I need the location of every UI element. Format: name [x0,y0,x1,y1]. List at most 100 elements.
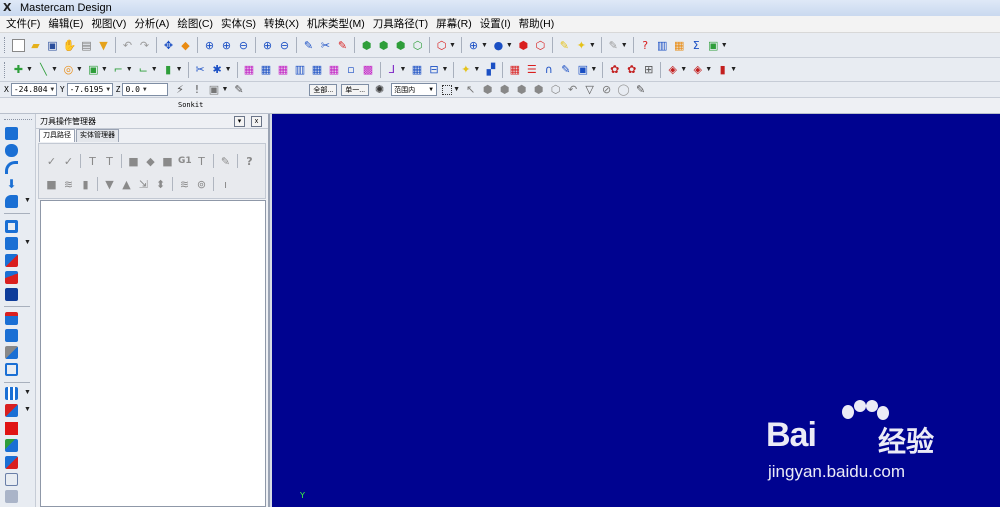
post-g1-icon[interactable]: G1 [178,155,192,168]
extrude-icon[interactable] [5,127,18,140]
xform-scale-icon[interactable]: ▥ [294,63,307,76]
chevron-down-icon[interactable]: ▼ [151,66,158,73]
pin-icon[interactable]: ! [190,83,203,96]
chevron-down-icon[interactable]: ▼ [481,42,488,49]
undo-icon[interactable]: ↶ [121,39,134,52]
insert-arrow-icon[interactable]: ⇲ [137,178,150,191]
chevron-down-icon[interactable]: ▼ [106,86,110,93]
chevron-down-icon[interactable]: ▼ [24,389,31,396]
regenerate-dirty-icon[interactable]: T [103,155,116,168]
select-all-button[interactable]: 全部... [309,83,338,96]
toolbar-grip[interactable] [4,119,32,121]
surface-tools-icon[interactable]: ✿ [608,63,621,76]
expand-icon[interactable]: ⬍ [154,178,167,191]
wireframe-icon[interactable]: ⬢ [360,39,373,52]
chevron-down-icon[interactable]: ▼ [721,42,728,49]
menu-analyze[interactable]: 分析(A) [130,16,173,33]
cube-gray-icon[interactable] [5,490,18,503]
drafting-icon[interactable]: ∩ [542,63,555,76]
fit-icon[interactable]: ◆ [179,39,192,52]
eraser-icon[interactable]: ✎ [559,63,572,76]
chevron-down-icon[interactable]: ▼ [473,66,480,73]
menu-file[interactable]: 文件(F) [2,16,44,33]
zoom-in-icon[interactable]: ⊕ [220,39,233,52]
pan-icon[interactable]: ✥ [162,39,175,52]
autocursor-icon[interactable]: ▣ [207,83,220,96]
chevron-down-icon[interactable]: ▼ [621,42,628,49]
table-lines-icon[interactable]: ☰ [525,63,538,76]
split-select-icon[interactable]: ⊟ [427,63,440,76]
toolbox-icon[interactable]: ▣ [576,63,589,76]
fast-point-icon[interactable]: ⚡ [173,83,186,96]
z-coordinate-field[interactable]: 0.0 ▼ [122,83,169,96]
xform-offset-icon[interactable]: ▦ [311,63,324,76]
pencil-icon[interactable]: ✎ [558,39,571,52]
light-bulb-icon[interactable]: ✦ [459,63,472,76]
select-single-button[interactable]: 单一... [341,83,370,96]
wand-icon[interactable]: ✦ [575,39,588,52]
draft-face-icon[interactable] [5,254,18,267]
blank-icon[interactable]: ✎ [336,39,349,52]
surface-grid-icon[interactable]: ⊞ [642,63,655,76]
menu-help[interactable]: 帮助(H) [515,16,559,33]
chevron-down-icon[interactable]: ▼ [589,42,596,49]
break-icon[interactable]: ✱ [211,63,224,76]
tool-bit-icon[interactable]: ▮ [716,63,729,76]
xform-rotate-icon[interactable]: ▦ [277,63,290,76]
sphere-select-icon[interactable]: ◯ [617,83,630,96]
face-select-icon[interactable]: ⬢ [498,83,511,96]
chevron-down-icon[interactable]: ▼ [24,197,31,204]
repaint-icon[interactable]: ✎ [302,39,315,52]
solid-outline-icon[interactable]: ⬡ [534,39,547,52]
save-icon[interactable]: ▣ [46,39,59,52]
body-select-icon[interactable]: ⬢ [532,83,545,96]
lock-icon[interactable]: ■ [45,178,58,191]
table-grid-icon[interactable]: ▦ [508,63,521,76]
shaded-icon[interactable]: ⬢ [394,39,407,52]
hidden-line-icon[interactable]: ⬢ [377,39,390,52]
operations-list[interactable] [40,200,266,507]
chevron-down-icon[interactable]: ▼ [400,66,407,73]
menu-view[interactable]: 视图(V) [87,16,130,33]
view-cube-icon[interactable]: ⬡ [435,39,448,52]
tab-toolpaths[interactable]: 刀具路径 [39,129,75,142]
verify-ops-icon[interactable]: ◆ [144,155,157,168]
surface-fillet-icon[interactable]: ✿ [625,63,638,76]
sigma-icon[interactable]: Σ [690,39,703,52]
fillet-icon[interactable]: ⌐ [112,63,125,76]
config-icon[interactable]: ✎ [232,83,245,96]
selection-mode-select[interactable]: 范围内 ▼ [391,83,438,96]
help-pointer-icon[interactable]: ? [639,39,652,52]
solid-red-icon[interactable]: ⬢ [517,39,530,52]
trim-icon[interactable]: ✂ [194,63,207,76]
grid-panel-icon[interactable] [5,387,18,400]
cylinder-icon[interactable]: ▮ [162,63,175,76]
machine-green-icon[interactable]: ▣ [707,39,720,52]
help-icon[interactable]: ? [243,155,256,168]
solid-box-icon[interactable] [5,288,18,301]
verify-select-icon[interactable]: ✺ [373,83,386,96]
y-coordinate-field[interactable]: -7.6195 ▼ [66,83,113,96]
loop-select-icon[interactable]: ↶ [566,83,579,96]
link-icon[interactable]: ⊚ [195,178,208,191]
panel-close-button[interactable]: x [251,116,262,127]
menu-create[interactable]: 绘图(C) [173,16,217,33]
chevron-down-icon[interactable]: ▼ [26,66,33,73]
chevron-down-icon[interactable]: ▼ [221,86,228,93]
menu-machine-type[interactable]: 机床类型(M) [303,16,369,33]
solid-select-icon[interactable]: ⬢ [481,83,494,96]
wave-icon[interactable]: ≋ [62,178,75,191]
chevron-down-icon[interactable]: ▼ [76,66,83,73]
xform-mirror-icon[interactable]: ▦ [260,63,273,76]
chevron-down-icon[interactable]: ▼ [126,66,133,73]
split-bars-icon[interactable]: ▥ [656,39,669,52]
chevron-down-icon[interactable]: ▼ [24,406,31,413]
chevron-down-icon[interactable]: ▼ [143,86,147,93]
no-entry-icon[interactable]: ⊘ [600,83,613,96]
move-up-icon[interactable]: ▲ [120,178,133,191]
shell-icon[interactable] [5,220,18,233]
toolbar-grip[interactable] [4,61,7,78]
edge-select-icon[interactable]: ⬢ [515,83,528,96]
clear-colors-icon[interactable]: ✂ [319,39,332,52]
cube-select-icon[interactable]: ⬡ [549,83,562,96]
